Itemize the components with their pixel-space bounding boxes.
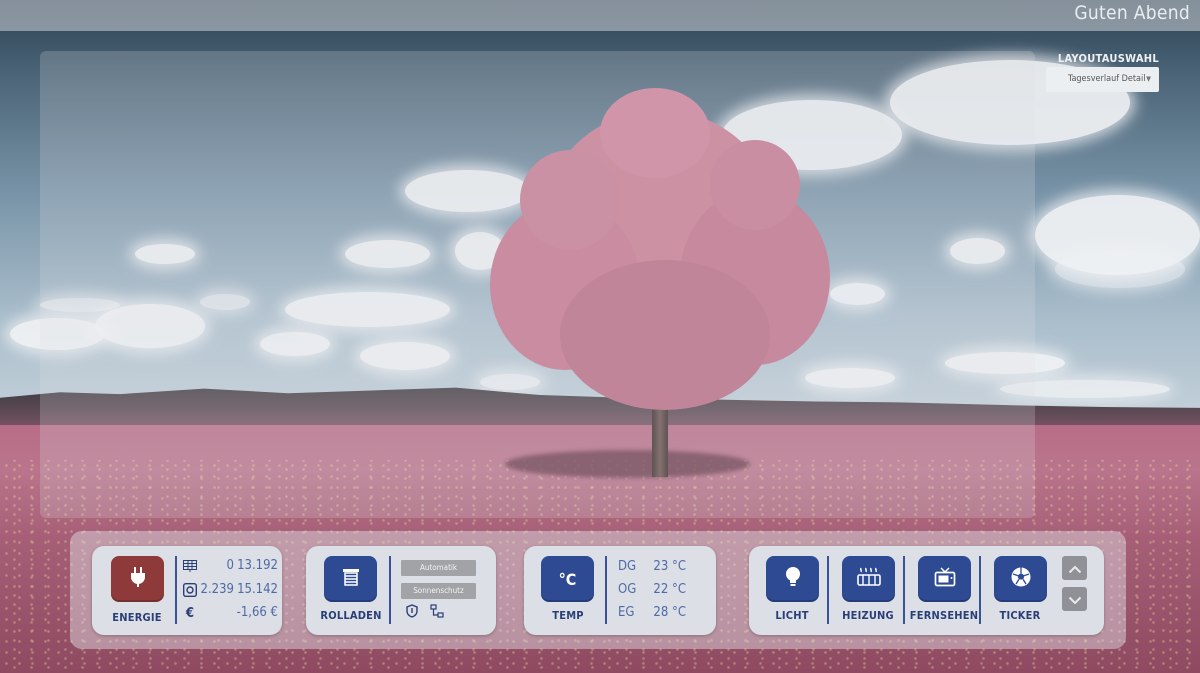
floor-og-label: OG	[618, 582, 637, 597]
energy-card: ENERGIE 0 13.192 2.239 15.142 € -1,66 €	[92, 546, 282, 635]
caret-down-icon: ▼	[1146, 75, 1151, 83]
floor-eg-label: EG	[618, 605, 635, 620]
euro-icon: €	[185, 605, 195, 621]
floor-dg-temp: 23 °C	[653, 559, 686, 574]
main-content-panel	[40, 51, 1035, 518]
shutters-card: ROLLADEN Automatik Sonnenschutz	[306, 546, 496, 635]
floor-og-temp: 22 °C	[653, 582, 686, 597]
temperature-card: °C TEMP DG 23 °C OG 22 °C EG 28 °C	[524, 546, 716, 635]
solar-total-value: 13.192	[237, 558, 278, 573]
floor-eg-temp: 28 °C	[653, 605, 686, 620]
shield-icon	[405, 604, 419, 618]
power-plug-icon	[128, 566, 148, 592]
top-bar: Guten Abend	[0, 0, 1200, 31]
chevron-down-icon	[1068, 590, 1082, 609]
network-icon	[430, 604, 444, 618]
shutters-button[interactable]	[324, 556, 377, 602]
scroll-up-button[interactable]	[1062, 556, 1087, 580]
layout-selection-title: LAYOUTAUSWAHL	[1057, 52, 1159, 65]
celsius-icon: °C	[558, 569, 577, 589]
floor-dg-label: DG	[618, 559, 637, 574]
light-button[interactable]	[766, 556, 819, 602]
automatik-button[interactable]: Automatik	[401, 560, 476, 576]
solar-panel-icon	[182, 558, 198, 574]
temperature-label: TEMP	[552, 609, 584, 622]
tv-label: FERNSEHEN	[909, 609, 979, 622]
cost-value: -1,66 €	[236, 605, 278, 620]
tv-icon	[934, 567, 956, 591]
devices-card: LICHT HEIZUNG FERNSEHEN TICKER	[749, 546, 1104, 635]
lightbulb-icon	[785, 566, 801, 592]
energy-button[interactable]	[111, 556, 164, 602]
chevron-up-icon	[1068, 559, 1082, 578]
light-label: LICHT	[775, 609, 809, 622]
greeting-text: Guten Abend	[1074, 2, 1190, 24]
radiator-icon	[856, 567, 881, 591]
shutter-icon	[342, 568, 360, 590]
heating-button[interactable]	[842, 556, 895, 602]
layout-dropdown[interactable]: Tagesverlauf Detail ▼	[1046, 67, 1159, 92]
energy-label: ENERGIE	[112, 611, 162, 624]
football-icon	[1010, 566, 1032, 592]
scroll-down-button[interactable]	[1062, 587, 1087, 611]
tv-button[interactable]	[918, 556, 971, 602]
shutters-label: ROLLADEN	[320, 609, 382, 622]
heating-label: HEIZUNG	[842, 609, 894, 622]
ticker-label: TICKER	[999, 609, 1041, 622]
meter-total-value: 15.142	[237, 582, 278, 597]
meter-current-value: 2.239	[200, 582, 234, 597]
layout-dropdown-value: Tagesverlauf Detail	[1068, 74, 1146, 84]
sonnenschutz-button[interactable]: Sonnenschutz	[401, 583, 476, 599]
ticker-button[interactable]	[994, 556, 1047, 602]
bottom-dock: ENERGIE 0 13.192 2.239 15.142 € -1,66 € …	[70, 531, 1126, 649]
temperature-button[interactable]: °C	[541, 556, 594, 602]
solar-current-value: 0	[226, 558, 234, 573]
